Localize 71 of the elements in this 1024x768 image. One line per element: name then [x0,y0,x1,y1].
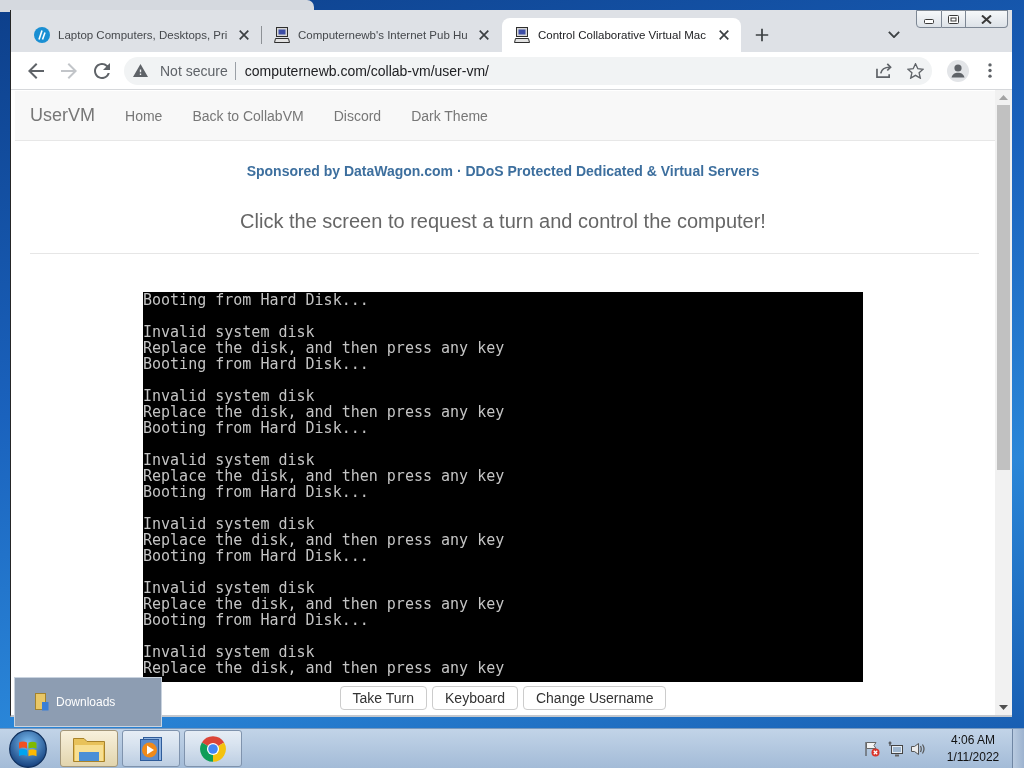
nav-link[interactable]: Discord [318,105,397,126]
console-line: Replace the disk, and then press any key [143,468,505,484]
taskbar-button[interactable] [60,730,118,767]
console-line: Booting from Hard Disk... [143,356,369,372]
browser-tab[interactable]: Laptop Computers, Desktops, Pri [22,18,261,52]
round-logo-icon [34,27,50,43]
console-line: Replace the disk, and then press any key [143,532,505,548]
reload-icon[interactable] [94,62,110,79]
nav-link[interactable]: Home [110,105,178,126]
taskbar-button[interactable] [122,730,180,767]
scrollbar[interactable] [995,90,1012,715]
computer-icon [274,27,290,43]
star-icon[interactable] [907,62,924,79]
avatar-icon[interactable] [947,59,969,82]
flag-icon[interactable] [864,740,880,757]
sponsor-link[interactable]: Sponsored by DataWagon.com · DDoS Protected Dedicated & Virtual Servers [246,161,760,181]
brand-link[interactable]: UserVM [30,105,95,126]
taskbar-button[interactable] [184,730,242,767]
console-line: Booting from Hard Disk... [143,420,369,436]
back-icon[interactable] [28,62,44,79]
browser-tab[interactable]: Computernewb's Internet Pub Hu [262,18,501,52]
share-icon[interactable] [876,63,892,78]
popup-title: Downloads [56,695,116,709]
console-line: Replace the disk, and then press any key [143,340,505,356]
warning-icon [133,64,148,77]
page-heading: Click the screen to request a turn and control the computer! [240,210,766,232]
maximize-icon [948,14,959,24]
minimize-icon [924,19,934,24]
close-icon[interactable] [719,30,729,40]
vm-screen[interactable] [143,292,863,682]
console-line: Invalid system disk [143,388,315,404]
url-text: computernewb.com/collab-vm/user-vm/ [244,62,489,79]
console-line: Booting from Hard Disk... [143,292,369,308]
close-icon [981,14,992,24]
close-button[interactable] [966,10,1008,28]
start-orb-icon[interactable] [9,729,47,768]
menu-icon[interactable] [988,63,992,78]
console-line: Booting from Hard Disk... [143,612,369,628]
browser-tab[interactable]: Control Collaborative Virtual Mac [502,18,741,52]
speaker-icon[interactable] [910,740,926,757]
vm-control-button[interactable]: Change Username [522,686,667,710]
console-line: Invalid system disk [143,516,315,532]
nav-link[interactable]: Dark Theme [396,105,503,126]
computer-icon [514,27,530,43]
console-line: Replace the disk, and then press any key [143,660,505,676]
maximize-button[interactable] [942,10,966,28]
circle-logo-icon [199,734,227,763]
console-line: Replace the disk, and then press any key [143,404,505,420]
console-line: Invalid system disk [143,452,315,468]
vm-control-button[interactable]: Keyboard [432,686,518,710]
console-line: Booting from Hard Disk... [143,548,369,564]
console-line: Booting from Hard Disk... [143,484,369,500]
clock-time: 4:06 AM [951,731,995,749]
plus-icon[interactable] [755,28,769,42]
security-indicator[interactable]: Not secure [133,62,228,79]
minimize-button[interactable] [916,10,942,28]
clock-date: 1/11/2022 [946,748,1000,766]
console-line: Invalid system disk [143,580,315,596]
console-line: Invalid system disk [143,324,315,340]
folder-icon [35,693,49,711]
console-line: Replace the disk, and then press any key [143,596,505,612]
scrollbar-thumb[interactable] [997,105,1010,470]
scroll-down-icon[interactable] [999,705,1008,710]
nav-link[interactable]: Back to CollabVM [177,105,319,126]
network-icon[interactable] [887,740,903,757]
vm-control-button[interactable]: Take Turn [339,686,427,710]
address-bar[interactable]: Not secure computernewb.com/collab-vm/user-vm/ [124,56,932,85]
close-icon[interactable] [239,30,249,40]
console-line: Invalid system disk [143,644,315,660]
close-icon[interactable] [479,30,489,40]
chevron-down-icon[interactable] [888,31,900,38]
